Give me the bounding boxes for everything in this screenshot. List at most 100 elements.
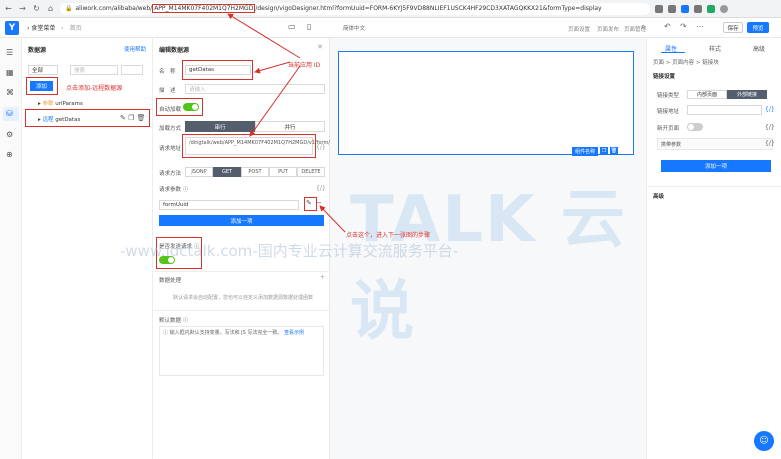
add-param-button[interactable]: 添加一项	[661, 160, 771, 172]
i18n-icon[interactable]: ⊕	[6, 150, 13, 159]
code-icon[interactable]: ⌘	[6, 88, 14, 97]
variable-binding-icon[interactable]: {/}	[316, 185, 326, 192]
extension-icon[interactable]	[694, 4, 702, 13]
mobile-icon[interactable]: ▯	[307, 22, 311, 31]
back-icon[interactable]: ←	[4, 4, 13, 13]
close-icon[interactable]: ✕	[317, 43, 323, 51]
datasource-filter-select[interactable]: 全部	[28, 65, 58, 75]
method-jsonp[interactable]: JSONP	[185, 167, 213, 177]
menu-icon[interactable]: ›	[27, 25, 29, 32]
edit-icon[interactable]: ✎	[120, 114, 126, 122]
link-type-internal[interactable]: 内部页面	[687, 90, 727, 99]
load-mode-parallel[interactable]: 并行	[255, 121, 325, 132]
filter-button[interactable]	[121, 65, 143, 75]
redo-icon[interactable]: ↷	[680, 22, 687, 31]
variable-binding-icon[interactable]: {/}	[765, 140, 775, 147]
property-panel: 属性 样式 高级 页面 > 页面内容 > 链接块 链接设置 链接类型 内部页面 …	[646, 38, 781, 459]
variable-binding-icon[interactable]: {/}	[316, 144, 326, 151]
preview-button[interactable]: 预览	[747, 22, 769, 33]
datasource-tag: 远程	[42, 117, 54, 123]
default-data-hint: 输入框内默认支持变量，写法和 JS 写法完全一致。	[169, 330, 283, 336]
url-suffix: /design/vigoDesigner.html?formUuid=FORM-…	[255, 5, 602, 12]
datasource-item-actions: ✎ ❐ 🗑	[120, 114, 146, 122]
desktop-icon[interactable]: ▭	[288, 22, 296, 31]
load-mode-serial[interactable]: 串行	[185, 121, 255, 132]
tab-advanced[interactable]: 高级	[753, 44, 765, 53]
extension-icon[interactable]	[681, 4, 689, 13]
link-type-segment: 内部页面 外部链接	[687, 90, 767, 99]
tab-style[interactable]: 样式	[709, 44, 721, 53]
param-key-input[interactable]: formUuid	[159, 200, 299, 210]
link-type-external[interactable]: 外部链接	[727, 90, 767, 99]
home-icon[interactable]: ⌂	[46, 4, 55, 13]
help-link[interactable]: 使用帮助	[124, 45, 146, 53]
profile-icon[interactable]	[720, 4, 728, 13]
datasource-item[interactable]: ▸ 远程 getDatas	[38, 115, 80, 123]
more-icon[interactable]: ⋯	[696, 22, 704, 31]
description-input[interactable]: 请输入	[185, 84, 325, 94]
delete-icon[interactable]: 🗑	[137, 114, 146, 122]
component-breadcrumb[interactable]: 页面 > 页面内容 > 链接块	[653, 58, 719, 66]
add-param-button[interactable]: 添加一项	[159, 215, 324, 226]
divider	[153, 310, 330, 311]
screen: ← → ↻ ⌂ 🔒 aliwork.com/alibaba/web/APP_M1…	[0, 0, 781, 459]
load-mode-segment: 串行 并行	[185, 121, 325, 132]
add-handler-icon[interactable]: +	[320, 274, 325, 281]
lock-icon: 🔒	[65, 5, 73, 12]
left-icon-bar: ☰ ▦ ⌘ ⛁ ⚙ ⊕	[0, 38, 22, 459]
default-data-label: 默认数据 ⓘ	[159, 316, 188, 324]
extension-icon[interactable]	[668, 4, 676, 13]
delete-icon[interactable]: 🗑	[610, 147, 619, 154]
datasource-icon[interactable]: ⛁	[6, 109, 13, 118]
copy-icon[interactable]: ❐	[128, 114, 134, 122]
address-bar[interactable]: 🔒 aliwork.com/alibaba/web/APP_M14MK07F40…	[60, 2, 650, 15]
extension-icon[interactable]	[655, 4, 663, 13]
copy-icon[interactable]: ❐	[600, 147, 609, 154]
undo-icon[interactable]: ↶	[664, 22, 671, 31]
reload-icon[interactable]: ↻	[32, 4, 41, 13]
action-icon[interactable]: ⚙	[6, 130, 13, 139]
add-datasource-button[interactable]: 添加	[30, 81, 53, 91]
method-post[interactable]: POST	[241, 167, 269, 177]
breadcrumb-app[interactable]: 食堂菜单	[31, 25, 55, 32]
outline-icon[interactable]: ☰	[6, 48, 13, 57]
new-window-toggle[interactable]	[687, 123, 703, 131]
datasource-search-input[interactable]: 搜索	[70, 65, 118, 75]
link-address-input[interactable]	[687, 105, 762, 115]
app-logo-icon[interactable]: Y	[5, 20, 19, 35]
example-link[interactable]: 查看示例	[284, 330, 304, 336]
highlight-box	[304, 197, 317, 211]
help-icon[interactable]: ⓘ	[183, 187, 189, 193]
annotation-app-id: 当前应用 ID	[288, 62, 321, 69]
variable-binding-icon[interactable]: {/}	[765, 124, 775, 131]
chat-help-icon[interactable]: ☺	[754, 431, 774, 451]
method-get[interactable]: GET	[213, 167, 241, 177]
extension-icon[interactable]	[707, 4, 715, 13]
datasource-item[interactable]: ▸ 参数 urlParams	[38, 99, 83, 107]
variable-binding-icon[interactable]: {/}	[765, 106, 775, 113]
component-name[interactable]: 组件名称	[572, 147, 599, 156]
link-settings-title: 链接设置	[653, 74, 676, 80]
default-data-editor[interactable]: ⓘ 输入框内默认支持变量，写法和 JS 写法完全一致。 查看示例	[159, 326, 324, 376]
browser-toolbar: ← → ↻ ⌂ 🔒 aliwork.com/alibaba/web/APP_M1…	[0, 0, 781, 18]
add-tip: 点击添加-远程数据源	[66, 85, 123, 92]
selected-component[interactable]	[338, 51, 634, 155]
highlight-box	[156, 237, 202, 269]
search-icon[interactable]: ⌕	[641, 22, 645, 32]
save-button[interactable]: 保存	[723, 22, 743, 33]
forward-icon[interactable]: →	[18, 4, 27, 13]
method-delete[interactable]: DELETE	[297, 167, 325, 177]
params-label: 请求参数 ⓘ	[159, 185, 188, 193]
design-canvas[interactable]	[330, 38, 646, 459]
help-icon[interactable]: ⓘ	[183, 318, 189, 324]
method-put[interactable]: PUT	[269, 167, 297, 177]
carry-params-box[interactable]: 携带参数	[657, 138, 773, 150]
breadcrumb-page[interactable]: 首页	[70, 25, 82, 32]
language-select[interactable]: 简体中文	[343, 24, 365, 32]
info-icon: ⓘ	[163, 330, 170, 336]
menu-page-settings[interactable]: 页面设置	[568, 25, 590, 33]
components-icon[interactable]: ▦	[6, 68, 14, 77]
datasource-panel: 数据源 使用帮助 全部 搜索 添加 点击添加-远程数据源 ▸ 参数 urlPar…	[22, 38, 153, 459]
menu-page-publish[interactable]: 页面发布	[597, 25, 619, 33]
breadcrumb: › 食堂菜单 › 首页	[27, 23, 82, 32]
